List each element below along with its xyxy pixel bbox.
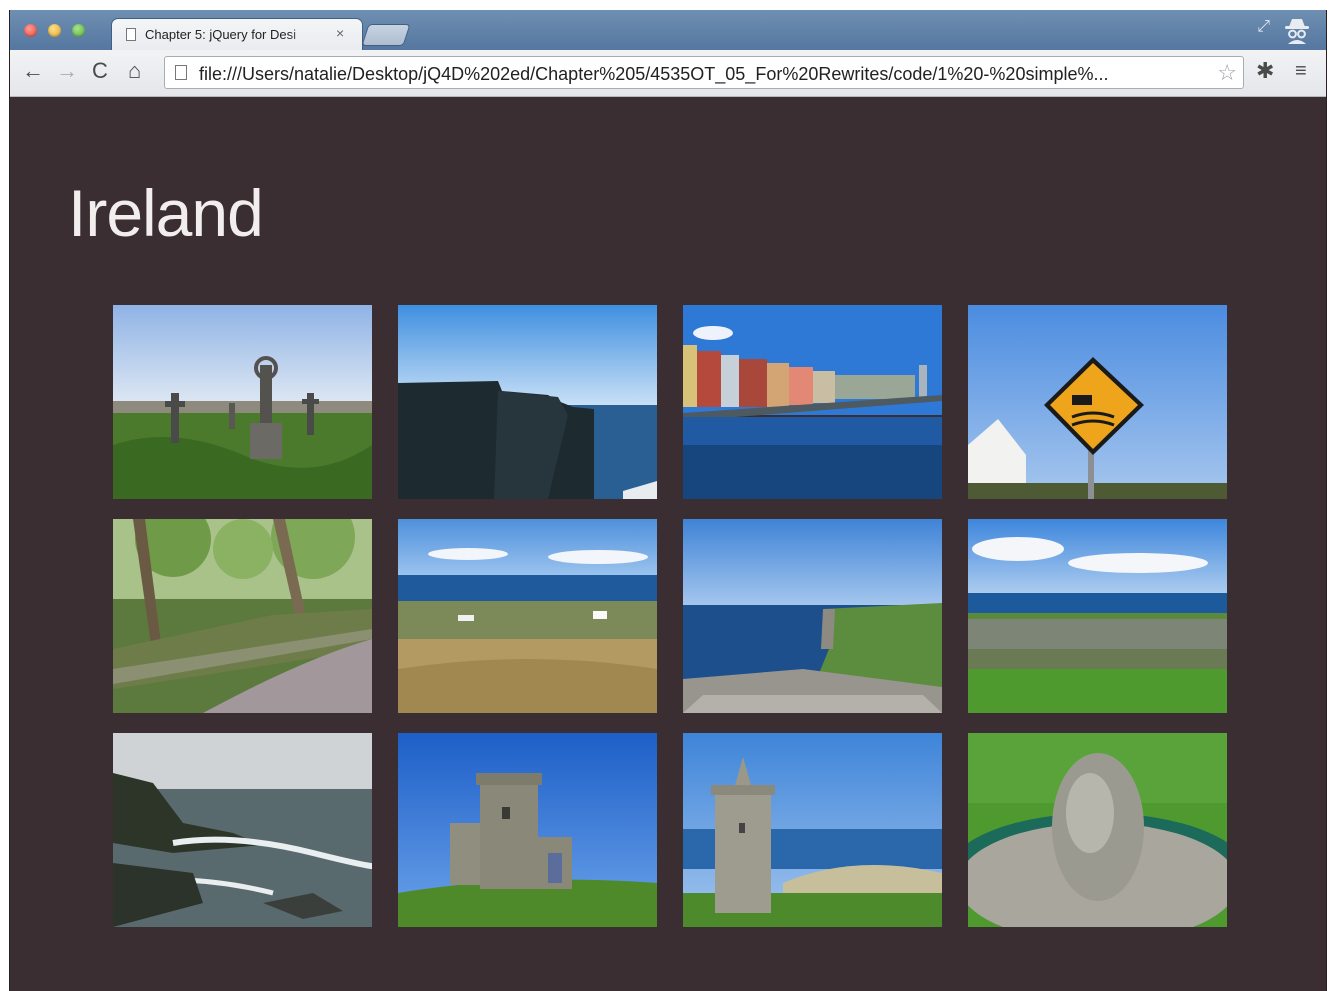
tab-strip: Chapter 5: jQuery for Desi × ⤢ <box>10 10 1326 51</box>
gallery-photo-woodland-path[interactable] <box>113 519 372 713</box>
new-tab-button[interactable] <box>362 25 410 45</box>
toolbar: ← → C ⌂ file:///Users/natalie/Desktop/jQ… <box>10 50 1326 97</box>
zoom-window-button[interactable] <box>72 24 85 37</box>
home-button[interactable]: ⌂ <box>128 59 141 83</box>
tab-active[interactable]: Chapter 5: jQuery for Desi × <box>112 19 362 51</box>
page-title: Ireland <box>68 176 264 250</box>
gallery-photo-cliffs[interactable] <box>398 305 657 499</box>
address-bar[interactable]: file:///Users/natalie/Desktop/jQ4D%202ed… <box>164 56 1244 89</box>
browser-window: Chapter 5: jQuery for Desi × ⤢ ← → C ⌂ f… <box>9 10 1327 991</box>
fullscreen-icon[interactable]: ⤢ <box>1257 18 1270 36</box>
gallery-photo-castle-tower[interactable] <box>683 733 942 927</box>
tab-close-icon[interactable]: × <box>336 25 344 41</box>
page-icon <box>175 65 187 80</box>
page-icon <box>126 28 136 41</box>
gallery-photo-standing-stone[interactable] <box>968 733 1227 927</box>
gallery-photo-cliff-coast[interactable] <box>683 519 942 713</box>
minimize-window-button[interactable] <box>48 24 61 37</box>
incognito-icon <box>1285 19 1309 44</box>
gallery-photo-graveyard[interactable] <box>113 305 372 499</box>
gallery-photo-rocky-shore[interactable] <box>113 733 372 927</box>
forward-button[interactable]: → <box>56 59 78 83</box>
close-window-button[interactable] <box>24 24 37 37</box>
reload-button[interactable]: C <box>92 59 108 83</box>
back-button[interactable]: ← <box>22 59 44 83</box>
page-content: Ireland <box>10 97 1326 991</box>
bookmark-star-icon[interactable]: ☆ <box>1217 60 1237 86</box>
gallery-photo-waterfront[interactable] <box>683 305 942 499</box>
gallery-photo-warning-sign[interactable] <box>968 305 1227 499</box>
gallery-photo-coastal-fields[interactable] <box>398 519 657 713</box>
gallery-photo-stone-walls[interactable] <box>968 519 1227 713</box>
menu-icon[interactable]: ≡ <box>1295 59 1307 83</box>
gallery-photo-stone-tower[interactable] <box>398 733 657 927</box>
tab-title: Chapter 5: jQuery for Desi <box>145 27 297 42</box>
url-text[interactable]: file:///Users/natalie/Desktop/jQ4D%202ed… <box>199 64 1209 84</box>
settings-gear-icon[interactable]: ✱ <box>1256 59 1274 83</box>
